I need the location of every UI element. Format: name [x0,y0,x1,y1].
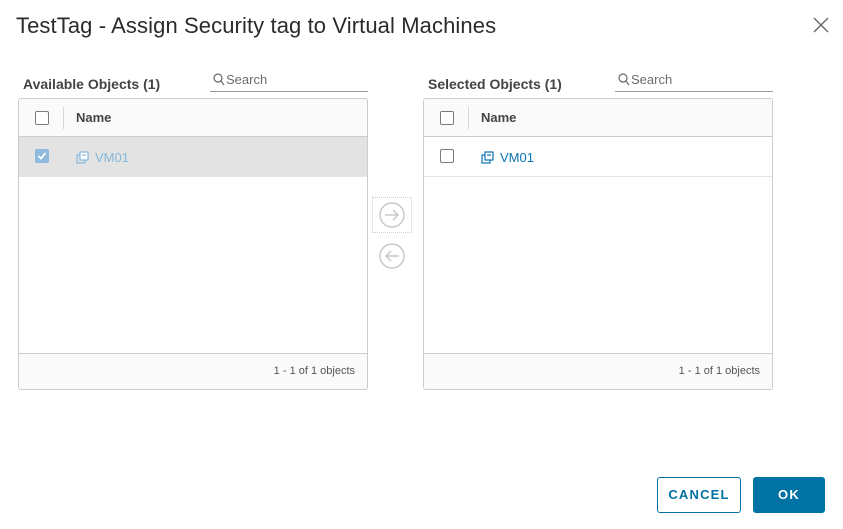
pagination-count: 1 - 1 of 1 objects [273,365,355,377]
row-checkbox[interactable] [440,149,454,163]
table-row[interactable]: VM01 [19,137,367,177]
grid-footer: 1 - 1 of 1 objects [424,353,772,389]
vm-link[interactable]: VM01 [95,150,129,165]
selected-objects-grid: Name VM01 1 - 1 of 1 objects [423,98,773,390]
selected-search-input[interactable] [631,69,771,90]
row-name-cell: VM01 [76,150,129,165]
available-objects-grid: Name VM01 1 - 1 of 1 objects [18,98,368,390]
move-left-button[interactable] [373,239,411,273]
grid-header: Name [19,99,367,137]
selected-objects-label: Selected Objects (1) [428,76,562,92]
column-separator [468,107,469,129]
select-all-checkbox[interactable] [440,111,454,125]
cancel-button[interactable]: CANCEL [657,477,741,513]
available-search [210,69,368,92]
checkmark-icon [37,152,47,160]
arrow-left-circle-icon [379,243,405,269]
ok-button[interactable]: OK [753,477,825,513]
selected-search [615,69,773,92]
select-all-checkbox[interactable] [35,111,49,125]
vm-link[interactable]: VM01 [500,150,534,165]
search-icon [213,73,225,86]
search-icon [618,73,630,86]
pagination-count: 1 - 1 of 1 objects [678,365,760,377]
table-row[interactable]: VM01 [424,137,772,177]
available-objects-label: Available Objects (1) [23,76,161,92]
close-icon[interactable] [810,14,832,36]
vm-icon [481,150,494,164]
available-search-input[interactable] [226,69,366,90]
row-name-cell: VM01 [481,150,534,165]
dialog-title: TestTag - Assign Security tag to Virtual… [16,13,497,38]
row-checkbox[interactable] [35,149,49,163]
column-header-name[interactable]: Name [481,110,516,125]
move-right-button[interactable] [372,197,412,233]
column-header-name[interactable]: Name [76,110,111,125]
vm-icon [76,150,89,164]
grid-footer: 1 - 1 of 1 objects [19,353,367,389]
arrow-right-circle-icon [379,202,405,228]
grid-header: Name [424,99,772,137]
column-separator [63,107,64,129]
